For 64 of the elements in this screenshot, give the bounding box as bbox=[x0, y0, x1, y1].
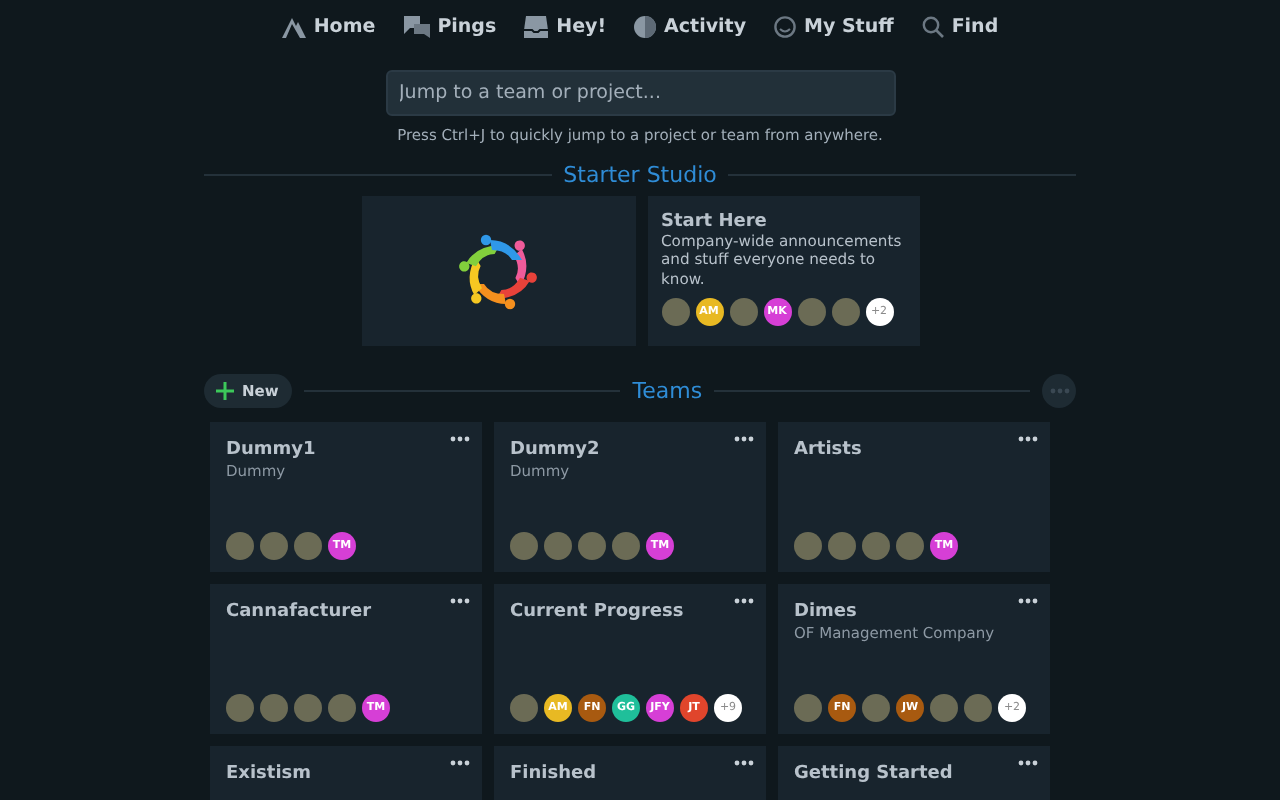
people-circle-logo-icon bbox=[456, 229, 540, 313]
ellipsis-icon[interactable] bbox=[1018, 436, 1038, 442]
avatar-photo bbox=[544, 532, 572, 560]
team-card[interactable]: Existism bbox=[210, 746, 482, 800]
nav-link[interactable]: Activity bbox=[634, 10, 747, 44]
avatar-photo bbox=[328, 694, 356, 722]
team-name: Dummy2 bbox=[510, 440, 602, 460]
search-icon bbox=[921, 16, 944, 38]
ellipsis-icon[interactable] bbox=[450, 598, 470, 604]
avatar-photo bbox=[831, 298, 859, 327]
ellipsis-icon[interactable] bbox=[450, 436, 470, 442]
nav-link[interactable]: Hey! bbox=[524, 10, 607, 44]
logo-card[interactable] bbox=[361, 196, 635, 346]
mountain-icon bbox=[281, 16, 306, 38]
team-name: Getting Started bbox=[794, 764, 955, 784]
avatar-photo bbox=[294, 532, 322, 560]
section-title: Teams bbox=[632, 378, 703, 404]
team-name: Existism bbox=[226, 764, 314, 784]
avatar-photo bbox=[964, 694, 992, 722]
avatar-photo bbox=[260, 532, 288, 560]
ellipsis-icon[interactable] bbox=[1018, 760, 1038, 766]
avatar-photo bbox=[226, 694, 254, 722]
avatar-photo bbox=[578, 532, 606, 560]
ellipsis-icon[interactable] bbox=[734, 598, 754, 604]
ellipsis-icon[interactable] bbox=[450, 760, 470, 766]
team-name: Dimes bbox=[794, 602, 859, 622]
avatar-photo bbox=[794, 694, 822, 722]
ellipsis-icon[interactable] bbox=[734, 760, 754, 766]
chat-bubbles-icon bbox=[403, 16, 430, 38]
team-card[interactable]: Finished bbox=[494, 746, 766, 800]
project-name: Start Here bbox=[661, 212, 769, 232]
ellipsis-icon bbox=[1049, 388, 1070, 394]
team-name: Artists bbox=[794, 440, 864, 460]
avatar-photo bbox=[862, 694, 890, 722]
smiley-icon bbox=[774, 16, 797, 38]
avatar-photo bbox=[612, 532, 640, 560]
avatar-photo bbox=[794, 532, 822, 560]
inbox-icon bbox=[524, 16, 549, 38]
avatar-photo bbox=[260, 694, 288, 722]
avatar-photo bbox=[226, 532, 254, 560]
team-name: Current Progress bbox=[510, 602, 686, 622]
nav-link[interactable]: Home bbox=[281, 10, 376, 44]
avatar-photo bbox=[862, 532, 890, 560]
avatar-photo bbox=[661, 298, 689, 327]
avatar-photo bbox=[896, 532, 924, 560]
plus-icon bbox=[216, 382, 234, 400]
avatar-photo bbox=[828, 532, 856, 560]
nav-link[interactable]: Find bbox=[921, 10, 999, 44]
ellipsis-icon[interactable] bbox=[734, 436, 754, 442]
team-name: Cannafacturer bbox=[226, 602, 374, 622]
team-card[interactable]: Getting Started bbox=[778, 746, 1050, 800]
pie-icon bbox=[634, 16, 657, 38]
ellipsis-icon[interactable] bbox=[1018, 598, 1038, 604]
team-name: Dummy1 bbox=[226, 440, 318, 460]
nav-link[interactable]: Pings bbox=[403, 10, 497, 44]
team-name: Finished bbox=[510, 764, 599, 784]
avatar-photo bbox=[510, 532, 538, 560]
avatar-photo bbox=[930, 694, 958, 722]
avatar-photo bbox=[294, 694, 322, 722]
avatar-photo bbox=[729, 298, 757, 327]
nav-link[interactable]: My Stuff bbox=[774, 10, 894, 44]
avatar-photo bbox=[510, 694, 538, 722]
avatar-photo bbox=[797, 298, 825, 327]
section-title: Starter Studio bbox=[563, 162, 717, 188]
